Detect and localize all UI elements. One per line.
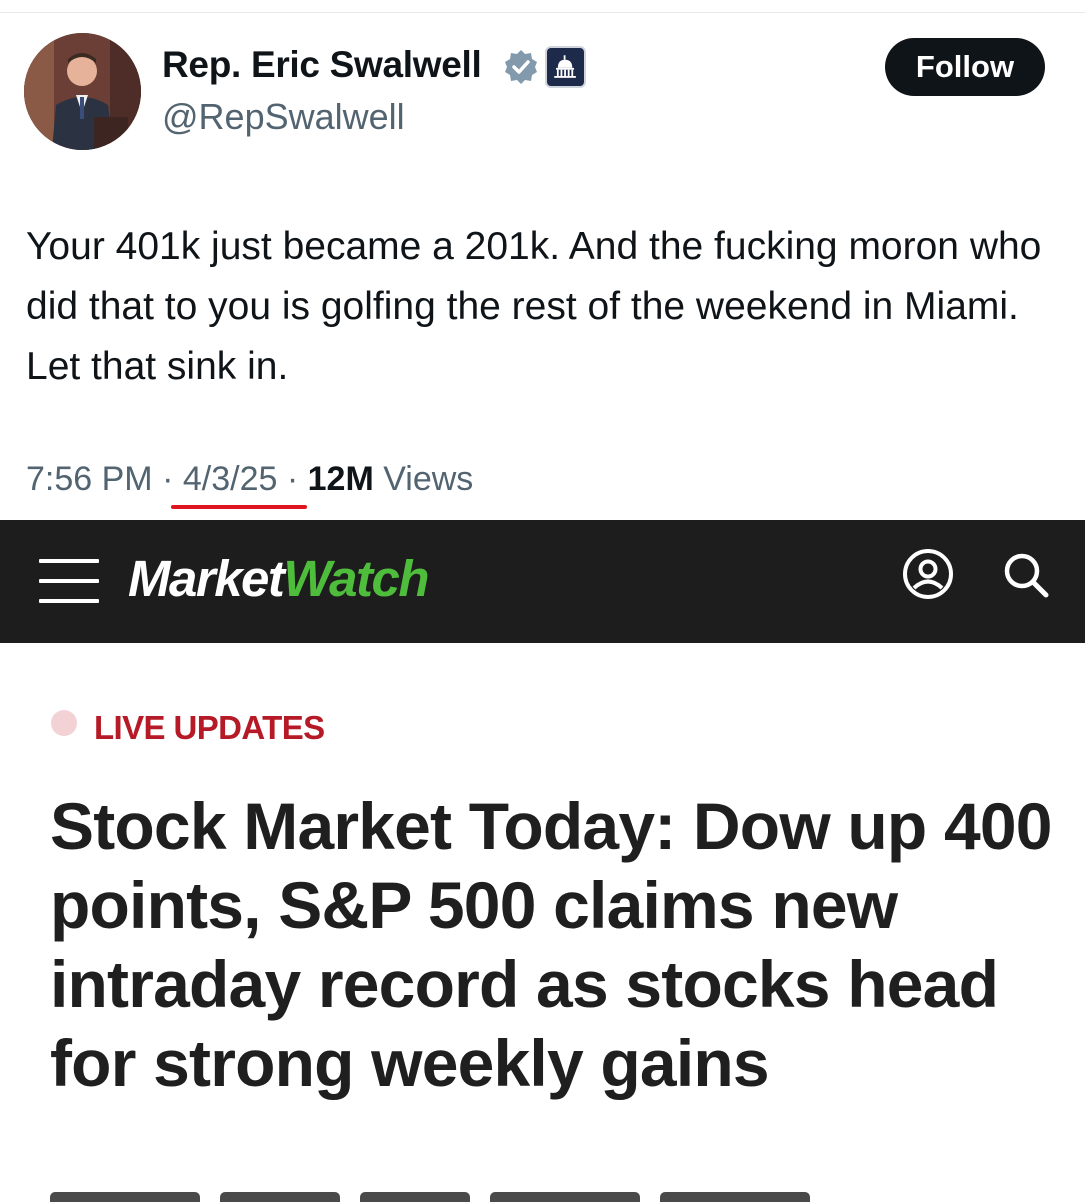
search-icon[interactable]: [1001, 550, 1051, 600]
follow-button[interactable]: Follow: [885, 38, 1045, 96]
author-name[interactable]: Rep. Eric Swalwell: [162, 44, 482, 86]
live-updates-label[interactable]: LIVE UPDATES: [94, 709, 325, 747]
date-underline: [171, 505, 307, 509]
logo-watch: Watch: [283, 550, 429, 607]
menu-icon[interactable]: [39, 555, 99, 607]
meta-separator: ·: [286, 460, 299, 498]
avatar-photo: [24, 33, 141, 150]
tweet-date[interactable]: 4/3/25: [183, 460, 278, 498]
author-handle[interactable]: @RepSwalwell: [162, 96, 405, 138]
verified-badge-icon: [505, 50, 537, 84]
meta-separator: ·: [162, 460, 174, 498]
live-indicator-dot: [51, 710, 77, 736]
tweet-time[interactable]: 7:56 PM: [26, 460, 153, 498]
views-label: Views: [383, 460, 474, 498]
top-divider: [0, 12, 1085, 13]
capitol-affiliation-icon: [545, 46, 586, 88]
marketwatch-logo[interactable]: MarketWatch: [128, 546, 429, 612]
tweet-meta: 7:56 PM · 4/3/25 · 12M Views: [26, 460, 473, 499]
views-count: 12M: [307, 460, 374, 498]
logo-market: Market: [128, 550, 285, 607]
avatar[interactable]: [24, 33, 141, 150]
tweet-text: Your 401k just became a 201k. And the fu…: [26, 225, 1042, 388]
account-icon[interactable]: [902, 548, 954, 600]
article-headline[interactable]: Stock Market Today: Dow up 400 points, S…: [50, 787, 1060, 1103]
